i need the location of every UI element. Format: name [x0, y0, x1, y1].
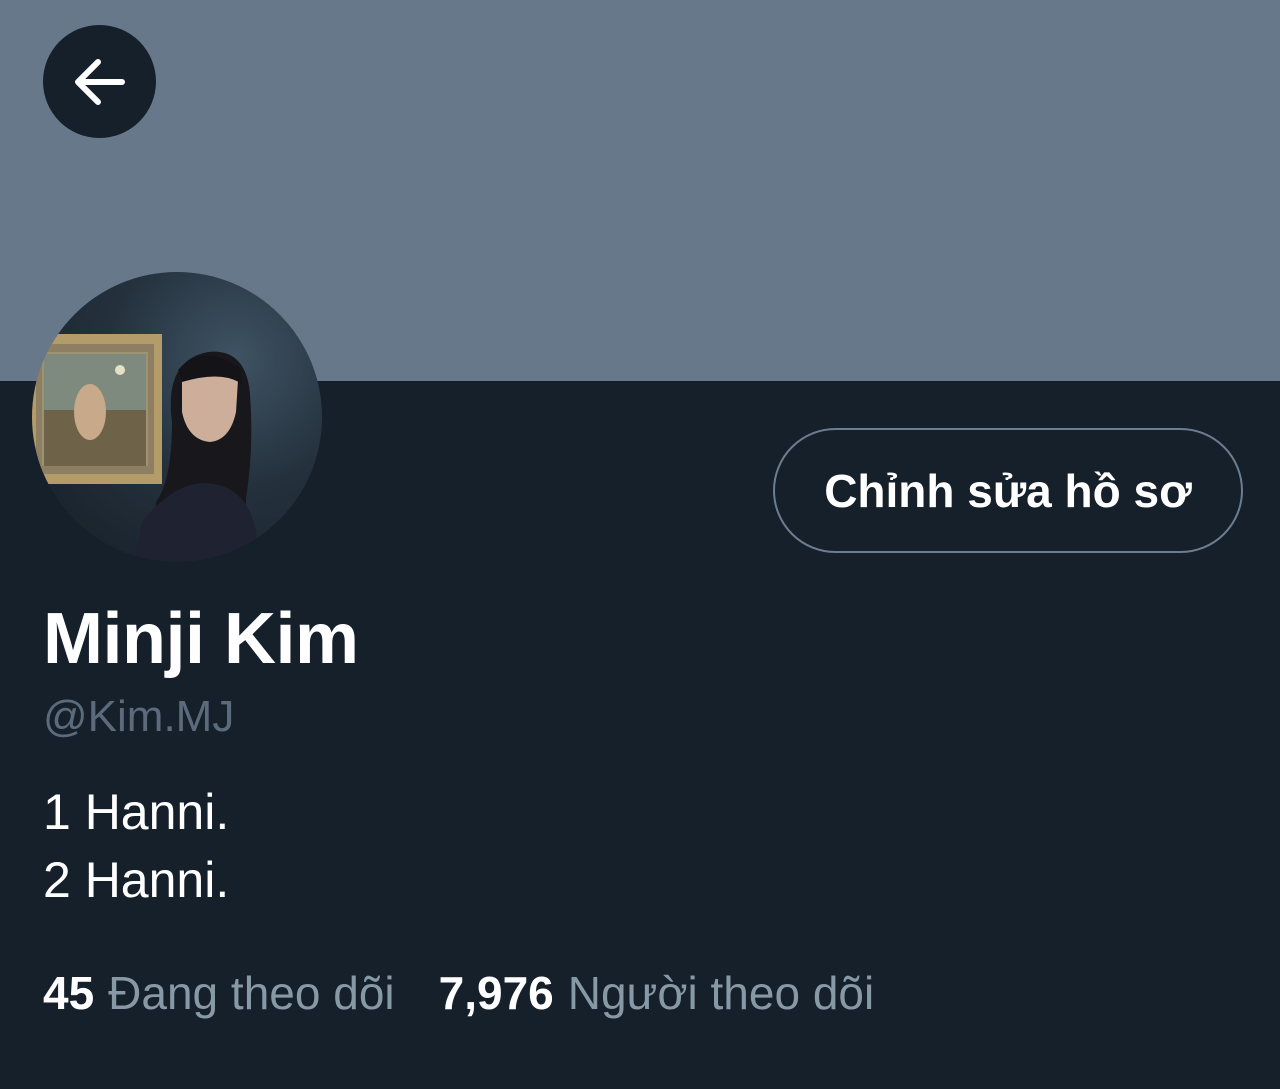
bio-line: 1 Hanni. [43, 784, 230, 840]
back-button[interactable] [43, 25, 156, 138]
following-count: 45 [43, 967, 95, 1019]
following-link[interactable]: 45 Đang theo dõi [43, 966, 395, 1020]
avatar[interactable] [32, 272, 322, 562]
user-handle: @Kim.MJ [43, 692, 235, 741]
followers-count: 7,976 [438, 967, 554, 1019]
followers-label: Người theo dõi [567, 967, 875, 1019]
bio: 1 Hanni. 2 Hanni. [43, 778, 229, 914]
followers-link[interactable]: 7,976 Người theo dõi [439, 966, 875, 1020]
avatar-photo [32, 334, 259, 562]
arrow-left-icon [74, 58, 125, 105]
bio-line: 2 Hanni. [43, 852, 230, 908]
edit-profile-button[interactable]: Chỉnh sửa hồ sơ [773, 428, 1243, 553]
following-label: Đang theo dõi [108, 967, 395, 1019]
display-name: Minji Kim [43, 599, 359, 679]
follow-stats: 45 Đang theo dõi 7,976 Người theo dõi [43, 966, 874, 1020]
